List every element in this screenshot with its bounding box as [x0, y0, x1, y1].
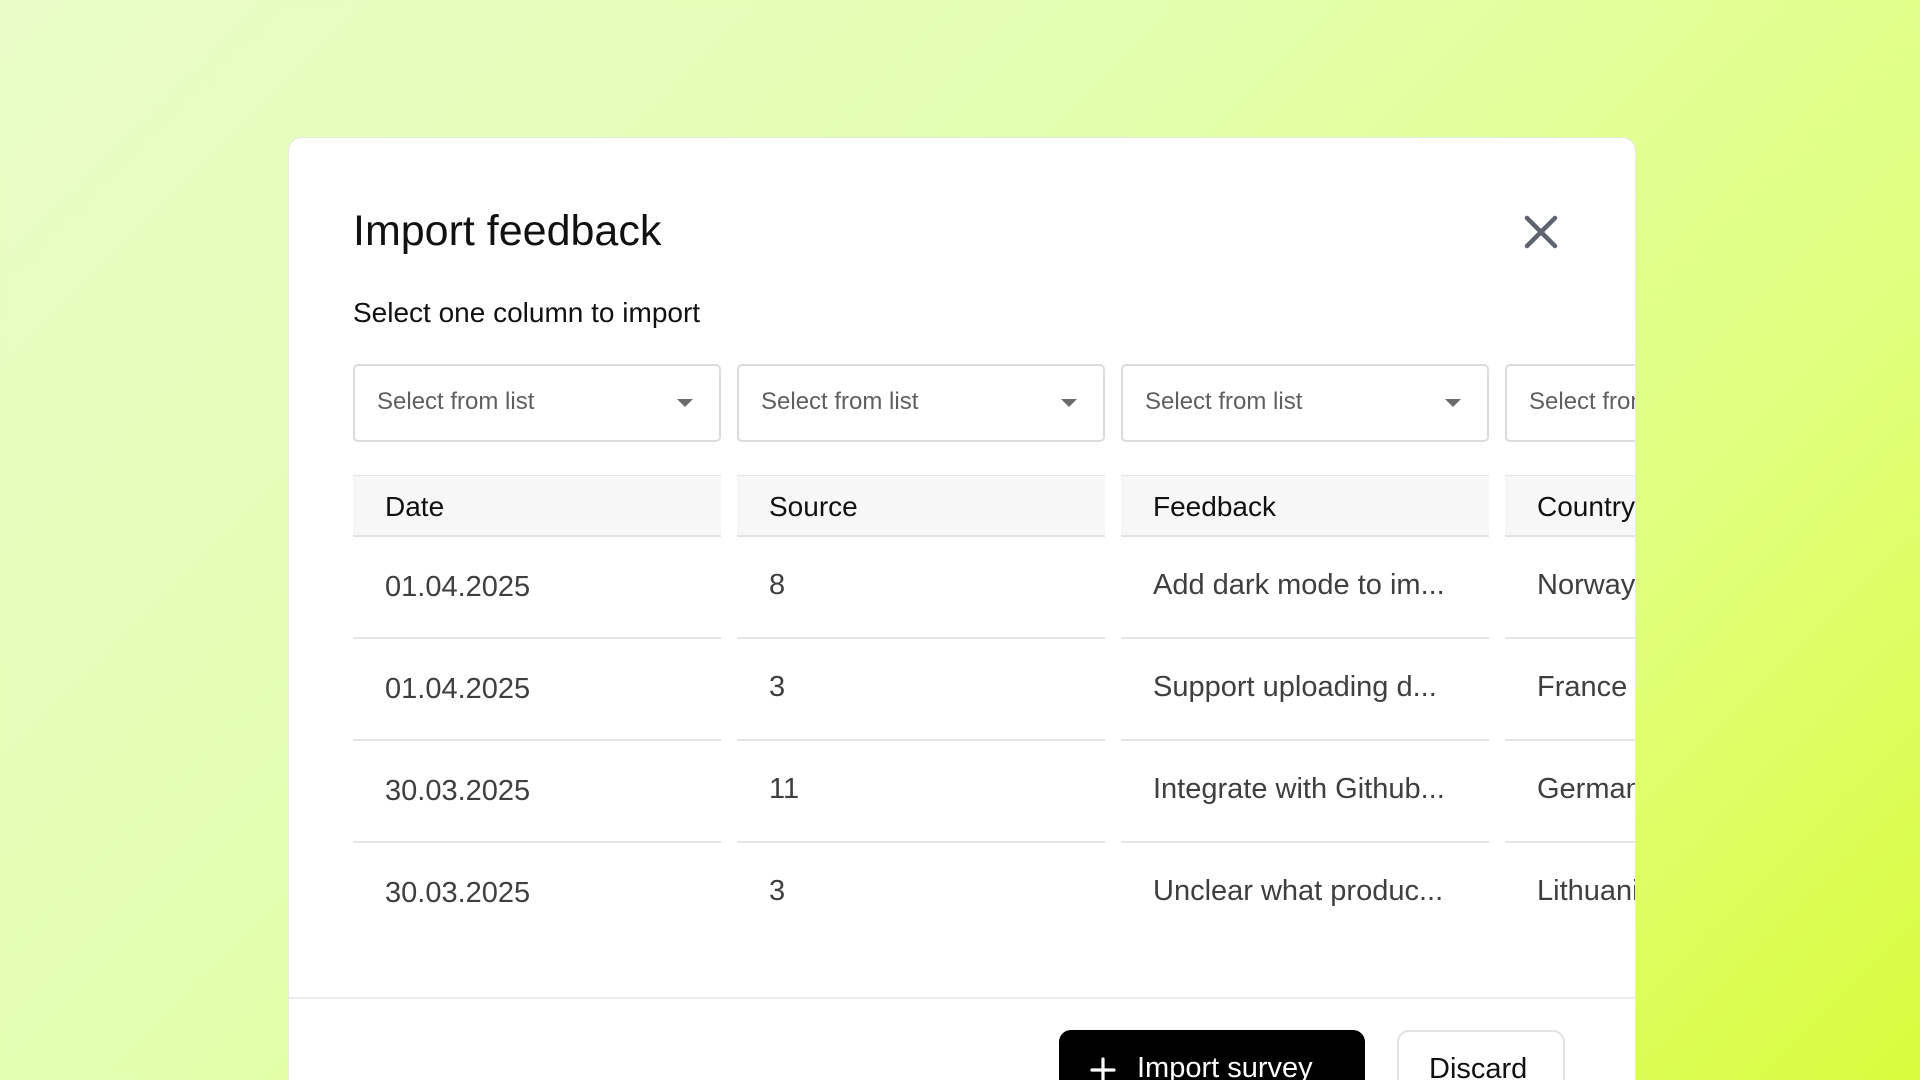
- column-select-feedback[interactable]: Select from list: [1121, 364, 1489, 442]
- modal-title: Import feedback: [353, 207, 662, 255]
- import-survey-button[interactable]: Import survey: [1059, 1030, 1365, 1080]
- modal-subtitle: Select one column to import: [353, 297, 701, 328]
- select-placeholder: Select from list: [1145, 388, 1303, 415]
- column-header-label: Feedback: [1153, 491, 1276, 522]
- cell-text: Lithuania: [1537, 875, 1635, 907]
- table-cell: 01.04.2025: [353, 639, 721, 741]
- column-header-country: Country: [1505, 475, 1635, 537]
- table-cell: Germany: [1505, 741, 1635, 843]
- cell-text: 8: [769, 569, 786, 601]
- cell-text: 3: [769, 671, 786, 703]
- cell-text: Add dark mode to im...: [1153, 569, 1445, 601]
- column-select-date[interactable]: Select from list: [353, 364, 721, 442]
- cell-text: 3: [769, 875, 786, 907]
- cell-text: Integrate with Github...: [1153, 773, 1445, 805]
- cell-text: 30.03.2025: [385, 775, 531, 807]
- column-grid: Select from list Date 01.04.2025 01.04.2…: [353, 364, 1635, 924]
- table-cell: France: [1505, 639, 1635, 741]
- column-select-source[interactable]: Select from list: [737, 364, 1105, 442]
- table-cell: 01.04.2025: [353, 537, 721, 639]
- discard-button[interactable]: Discard: [1397, 1030, 1565, 1080]
- table-cell: Unclear what produc...: [1121, 843, 1489, 924]
- cell-text: 11: [769, 773, 800, 805]
- table-cell: 3: [737, 843, 1105, 924]
- table-cell: 30.03.2025: [353, 741, 721, 843]
- chevron-down-icon: [1445, 399, 1461, 407]
- select-placeholder: Select from list: [761, 388, 919, 415]
- cell-text: Germany: [1537, 773, 1635, 805]
- close-button[interactable]: [1519, 210, 1563, 254]
- column-header-label: Country: [1537, 491, 1635, 522]
- select-placeholder: Select from list: [377, 388, 535, 415]
- table-cell: 30.03.2025: [353, 843, 721, 924]
- cell-text: Support uploading d...: [1153, 671, 1437, 703]
- cell-text: 01.04.2025: [385, 571, 531, 603]
- chevron-down-icon: [677, 399, 693, 407]
- table-cell: Lithuania: [1505, 843, 1635, 924]
- cell-text: 30.03.2025: [385, 877, 531, 909]
- table-cell: 8: [737, 537, 1105, 639]
- table-cell: 3: [737, 639, 1105, 741]
- column-header-source: Source: [737, 475, 1105, 537]
- select-placeholder: Select from list: [1529, 388, 1635, 415]
- column-header-feedback: Feedback: [1121, 475, 1489, 537]
- column-header-label: Date: [385, 491, 445, 522]
- import-feedback-modal: Import feedback Select one column to imp…: [288, 137, 1636, 1080]
- table-cell: Norway: [1505, 537, 1635, 639]
- import-survey-label: Import survey: [1137, 1052, 1313, 1080]
- column-select-country[interactable]: Select from list: [1505, 364, 1635, 442]
- column-header-label: Source: [769, 491, 858, 522]
- table-cell: 11: [737, 741, 1105, 843]
- cell-text: Unclear what produc...: [1153, 875, 1444, 907]
- column-header-date: Date: [353, 475, 721, 537]
- cell-text: France: [1537, 671, 1628, 703]
- close-icon: [1524, 215, 1558, 249]
- table-cell: Integrate with Github...: [1121, 741, 1489, 843]
- plus-icon: [1089, 1056, 1117, 1080]
- discard-label: Discard: [1429, 1053, 1528, 1080]
- cell-text: Norway: [1537, 569, 1635, 601]
- chevron-down-icon: [1061, 399, 1077, 407]
- cell-text: 01.04.2025: [385, 673, 531, 705]
- modal-footer: Import survey Discard: [289, 997, 1635, 1080]
- table-cell: Support uploading d...: [1121, 639, 1489, 741]
- table-cell: Add dark mode to im...: [1121, 537, 1489, 639]
